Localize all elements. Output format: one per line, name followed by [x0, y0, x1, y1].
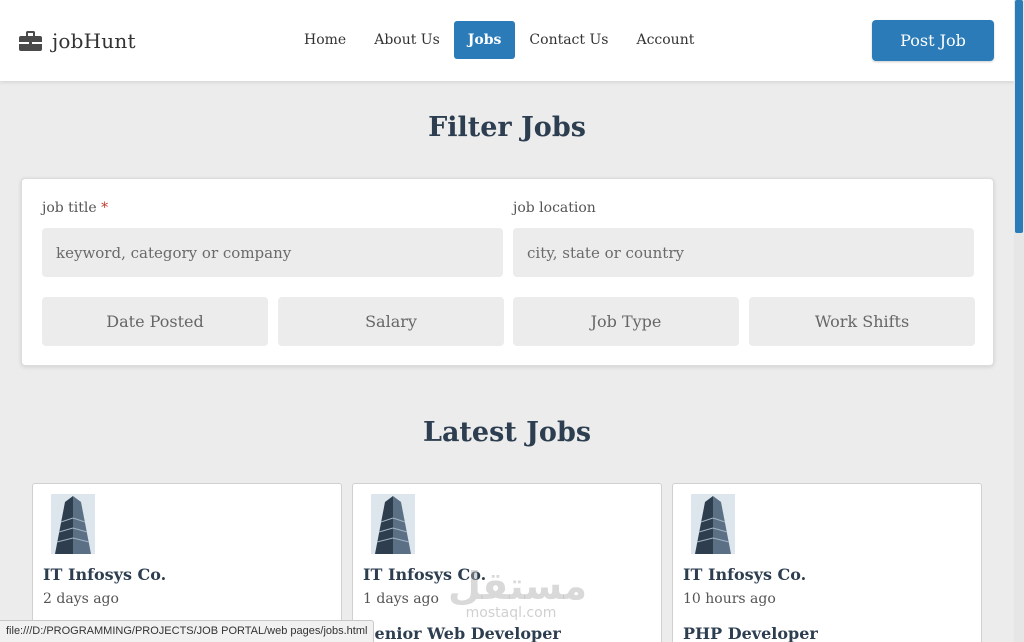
salary-filter-button[interactable]: Salary: [278, 297, 504, 346]
nav-link-account[interactable]: Account: [622, 21, 708, 59]
company-name: IT Infosys Co.: [363, 565, 487, 584]
navbar: jobHunt Home About Us Jobs Contact Us Ac…: [0, 0, 1014, 81]
job-location-input[interactable]: [513, 228, 974, 277]
posted-time: 1 days ago: [363, 591, 439, 607]
company-logo-image: [51, 494, 95, 554]
latest-jobs-heading: Latest Jobs: [422, 417, 592, 448]
post-job-button[interactable]: Post Job: [872, 20, 994, 61]
scrollbar-thumb[interactable]: [1015, 0, 1023, 233]
posted-time: 2 days ago: [43, 591, 119, 607]
job-title-label: job title *: [42, 200, 108, 216]
job-title-label-text: job title: [42, 200, 97, 216]
company-name: IT Infosys Co.: [683, 565, 807, 584]
main-nav: Home About Us Jobs Contact Us Account: [290, 21, 708, 59]
status-bar-url: file:///D:/PROGRAMMING/PROJECTS/JOB PORT…: [0, 620, 375, 642]
briefcase-icon: [19, 31, 42, 51]
job-title[interactable]: Senior Web Developer: [363, 624, 561, 642]
job-card[interactable]: IT Infosys Co. 10 hours ago PHP Develope…: [672, 483, 982, 642]
brand-name: jobHunt: [52, 29, 136, 53]
job-title[interactable]: PHP Developer: [683, 624, 818, 642]
filter-jobs-heading: Filter Jobs: [428, 112, 586, 143]
company-logo-image: [691, 494, 735, 554]
job-location-label: job location: [513, 200, 596, 216]
job-title-input[interactable]: [42, 228, 503, 277]
company-name: IT Infosys Co.: [43, 565, 167, 584]
nav-link-home[interactable]: Home: [290, 21, 360, 59]
nav-link-contact-us[interactable]: Contact Us: [515, 21, 622, 59]
required-mark: *: [101, 200, 109, 216]
scrollbar[interactable]: [1014, 0, 1024, 642]
filter-panel: job title * job location Date Posted Sal…: [21, 178, 994, 366]
job-card[interactable]: IT Infosys Co. 2 days ago: [32, 483, 342, 642]
job-card[interactable]: IT Infosys Co. 1 days ago Senior Web Dev…: [352, 483, 662, 642]
job-type-filter-button[interactable]: Job Type: [513, 297, 739, 346]
company-logo-image: [371, 494, 415, 554]
nav-link-jobs[interactable]: Jobs: [453, 21, 516, 59]
brand-logo[interactable]: jobHunt: [19, 28, 136, 54]
nav-link-about-us[interactable]: About Us: [360, 21, 454, 59]
date-posted-filter-button[interactable]: Date Posted: [42, 297, 268, 346]
posted-time: 10 hours ago: [683, 591, 776, 607]
work-shifts-filter-button[interactable]: Work Shifts: [749, 297, 975, 346]
